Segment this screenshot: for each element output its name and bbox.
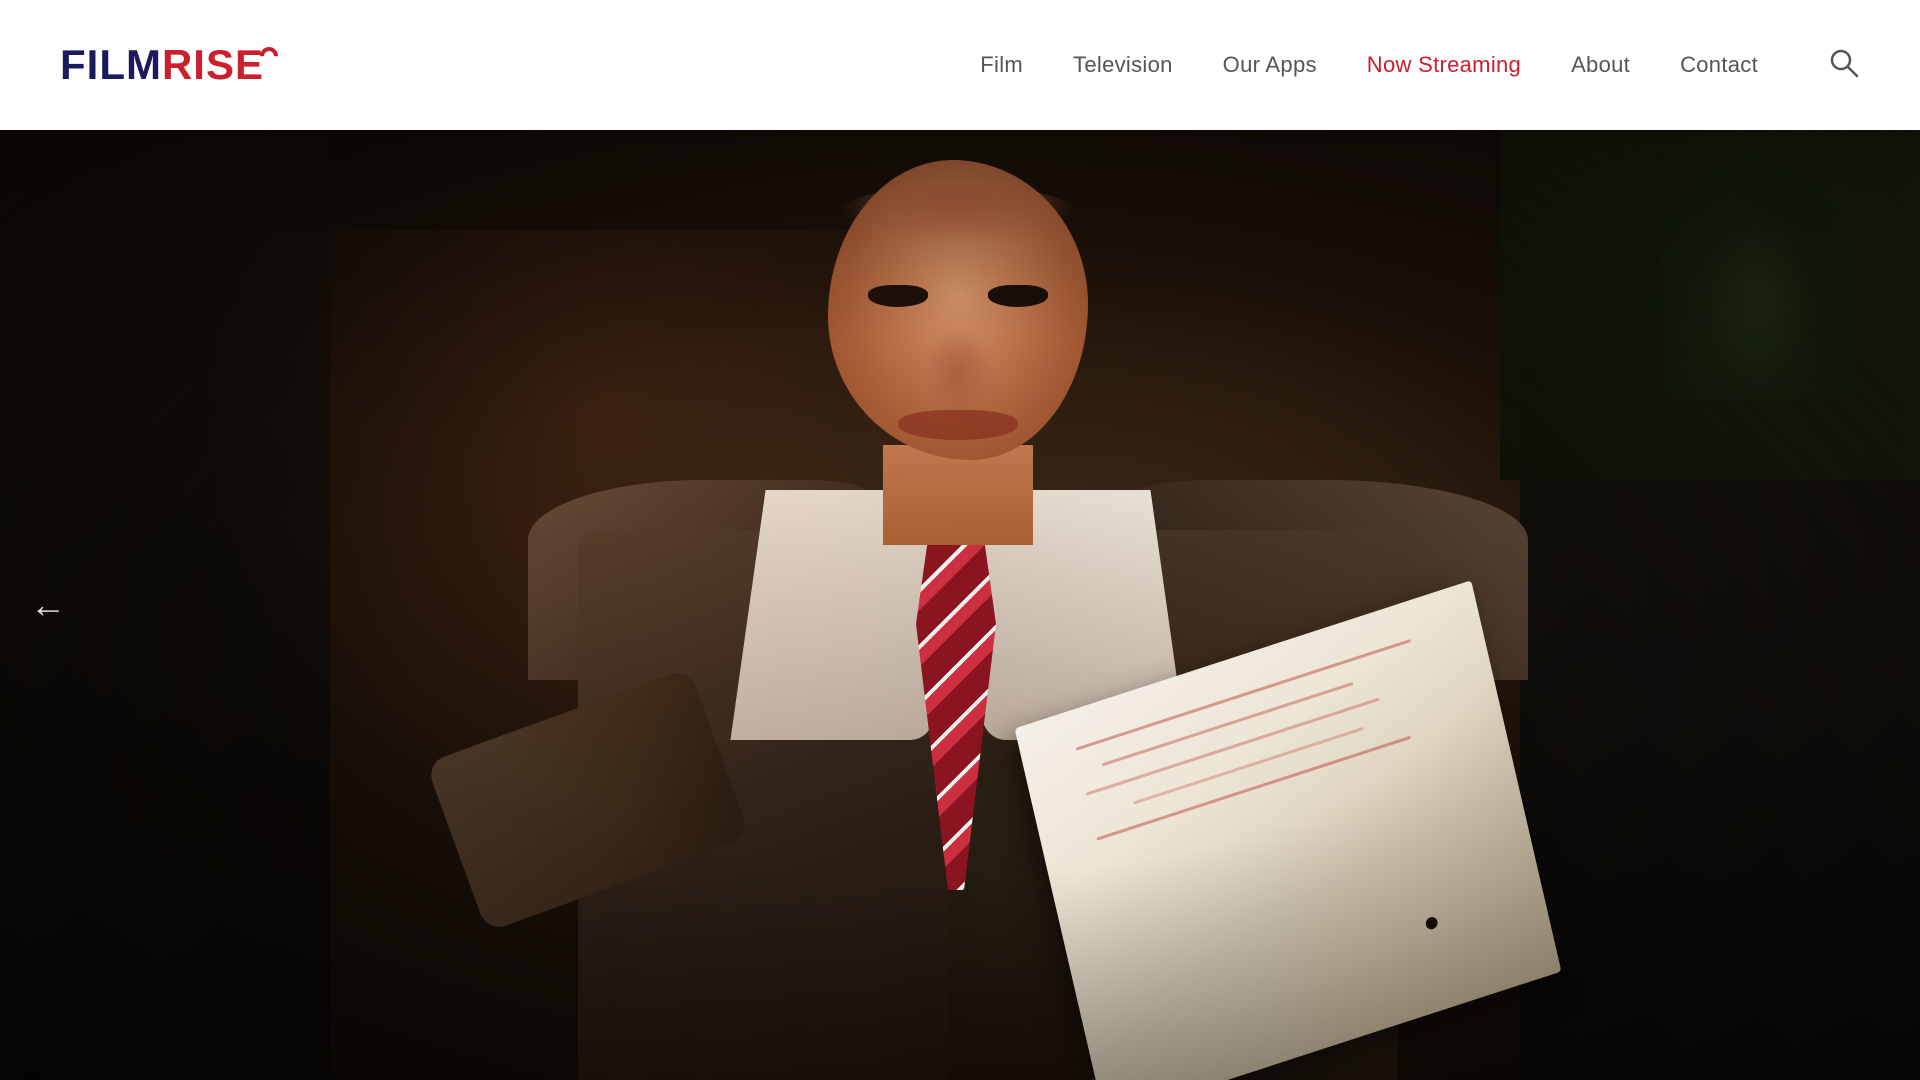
mouth (898, 410, 1018, 440)
neck (883, 445, 1033, 545)
figure (528, 130, 1428, 1080)
nose (923, 325, 993, 410)
prev-slide-button[interactable]: ← (30, 584, 66, 626)
logo-rise: RISE (162, 41, 264, 89)
nav-film[interactable]: Film (980, 52, 1023, 78)
eye-left (868, 285, 928, 307)
hero-image: ← (0, 130, 1920, 1080)
plant-decoration (1660, 140, 1860, 400)
nav-television[interactable]: Television (1073, 52, 1173, 78)
logo-film: FILM (60, 41, 162, 89)
paper-line-3 (1086, 698, 1380, 796)
eyes-area (848, 280, 1068, 330)
eye-right (988, 285, 1048, 307)
hero-scene: ← (0, 130, 1920, 1080)
nav-about[interactable]: About (1571, 52, 1630, 78)
nav-contact[interactable]: Contact (1680, 52, 1758, 78)
main-nav: Film Television Our Apps Now Streaming A… (980, 47, 1860, 84)
logo[interactable]: FILMRISE (60, 41, 278, 89)
hero-section: ← (0, 130, 1920, 1080)
bg-top-right (1500, 130, 1920, 480)
forehead (838, 185, 1078, 245)
site-header: FILMRISE Film Television Our Apps Now St… (0, 0, 1920, 130)
search-icon (1828, 47, 1860, 79)
search-button[interactable] (1828, 47, 1860, 84)
nav-now-streaming[interactable]: Now Streaming (1367, 52, 1521, 78)
nav-our-apps[interactable]: Our Apps (1223, 52, 1317, 78)
